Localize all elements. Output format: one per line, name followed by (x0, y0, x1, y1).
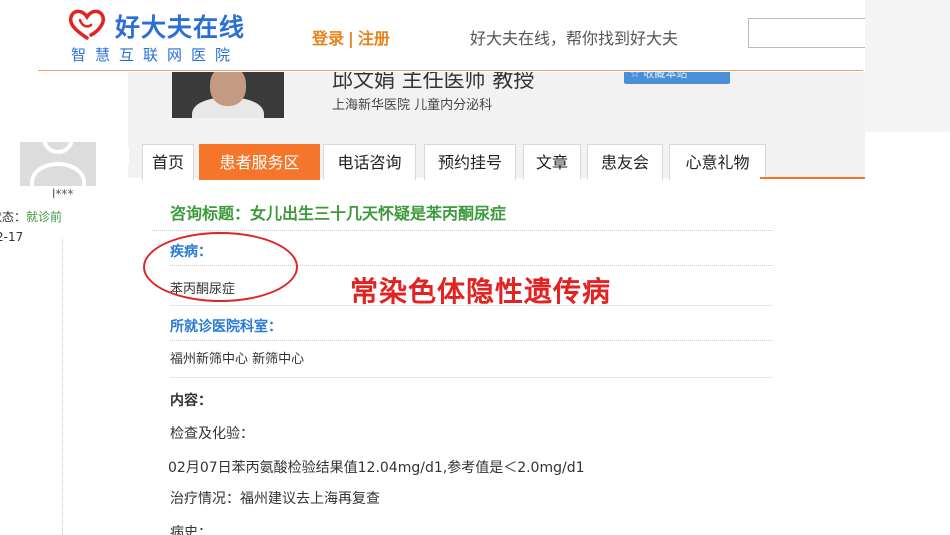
heart-logo-icon (68, 9, 106, 40)
header-divider (38, 70, 863, 71)
history-label: 病史： (170, 525, 212, 535)
photo-face-shape (210, 72, 246, 106)
content-label: 内容： (170, 393, 212, 409)
search-input[interactable] (748, 18, 868, 48)
tab-patient-club[interactable]: 患友会 (587, 144, 663, 180)
tab-appointment[interactable]: 预约挂号 (424, 144, 516, 180)
right-margin-panel (865, 0, 950, 132)
doctor-photo[interactable] (172, 72, 284, 118)
user-status: 状态：就诊前 (0, 208, 62, 225)
tab-underline (760, 177, 865, 179)
favorite-label: 收藏本站 (643, 72, 688, 80)
annotation-ellipse (143, 232, 298, 302)
user-name: l*** (52, 187, 74, 201)
register-link[interactable]: 注册 (358, 29, 390, 48)
hospital-value: 福州新筛中心 新筛中心 (170, 352, 305, 367)
login-link[interactable]: 登录 (312, 29, 344, 48)
avatar-body-shape (30, 162, 86, 186)
logo-slogan: 智慧互联网医院 (71, 46, 240, 64)
site-tagline: 好大夫在线，帮你找到好大夫 (470, 29, 679, 48)
title-divider (152, 230, 773, 231)
logo-name: 好大夫在线 (115, 13, 246, 42)
tab-articles[interactable]: 文章 (523, 144, 581, 180)
avatar-head-shape (42, 142, 74, 154)
hospital-divider (170, 340, 773, 341)
tab-gifts[interactable]: 心意礼物 (669, 144, 766, 180)
left-divider (62, 238, 63, 535)
tab-phone-consult[interactable]: 电话咨询 (323, 144, 416, 180)
login-separator: | (348, 29, 354, 48)
status-label: 状态： (0, 210, 27, 224)
site-logo[interactable]: 好大夫在线 智慧互联网医院 (67, 6, 287, 64)
tab-patient-service[interactable]: 患者服务区 (199, 144, 320, 180)
doctor-hospital-dept: 上海新华医院 儿童内分泌科 (332, 98, 493, 113)
tab-bar-pointer (120, 146, 129, 166)
site-header: 好大夫在线 智慧互联网医院 登录 | 注册 好大夫在线，帮你找到好大夫 (0, 0, 950, 72)
tab-home[interactable]: 首页 (142, 144, 194, 180)
consult-title: 咨询标题：女儿出生三十几天怀疑是苯丙酮尿症 (170, 204, 507, 223)
user-avatar[interactable] (20, 142, 96, 186)
annotation-text: 常染色体隐性遗传病 (350, 275, 612, 308)
exam-value: 02月07日苯丙氨酸检验结果值12.04mg/d1,参考值是＜2.0mg/d1 (168, 460, 585, 476)
star-icon: ☆ (630, 72, 640, 80)
user-date: 2-17 (0, 230, 24, 244)
hospital-label: 所就诊医院科室： (170, 319, 282, 335)
favorite-button[interactable]: ☆ 收藏本站 (624, 72, 730, 84)
treatment-text: 治疗情况：福州建议去上海再复查 (170, 491, 380, 507)
section-divider (170, 377, 773, 378)
exam-label: 检查及化验： (170, 426, 254, 442)
status-value: 就诊前 (26, 210, 63, 224)
login-register-bar: 登录 | 注册 (312, 25, 390, 49)
